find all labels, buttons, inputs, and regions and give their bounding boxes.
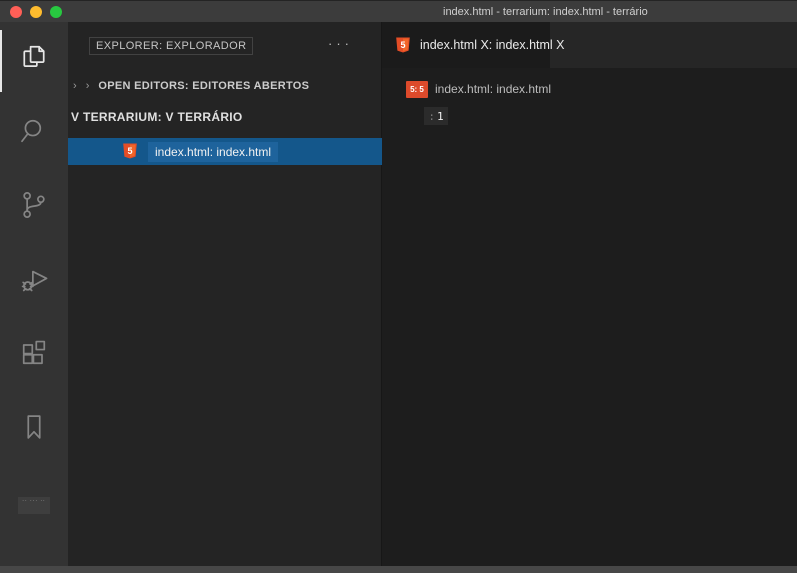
window-title: index.html - terrarium: index.html - ter… <box>443 6 648 18</box>
search-icon <box>18 115 50 152</box>
activity-item-bookmarks[interactable] <box>0 392 68 466</box>
line-hint-number: 1 <box>437 110 444 123</box>
chevron-right-icon: › › <box>73 80 92 92</box>
git-branch-icon <box>18 189 50 226</box>
more-actions-button[interactable]: ··· <box>328 36 353 51</box>
activity-bar: ·· ··· ·· <box>0 22 68 566</box>
activity-item-explorer[interactable] <box>0 22 68 96</box>
html5-breadcrumb-badge: 5: 5 <box>406 81 428 98</box>
workspace-section-header[interactable]: V TERRARIUM: V TERRÁRIO <box>71 110 243 124</box>
activity-item-search[interactable] <box>0 96 68 170</box>
activity-item-extensions[interactable] <box>0 318 68 392</box>
breadcrumb: 5: 5 index.html: index.html <box>406 78 551 100</box>
line-hint-colon: : <box>428 110 435 123</box>
minimize-button[interactable] <box>30 6 42 18</box>
sidebar-title: EXPLORER: EXPLORADOR <box>89 37 253 55</box>
explorer-sidebar: EXPLORER: EXPLORADOR ··· › › OPEN EDITOR… <box>68 22 382 566</box>
close-button[interactable] <box>10 6 22 18</box>
window-bottom-edge <box>0 566 797 573</box>
files-icon <box>18 41 50 78</box>
editor-area: 5 index.html X: index.html X 5: 5 index.… <box>382 22 797 566</box>
titlebar: index.html - terrarium: index.html - ter… <box>0 0 797 22</box>
activity-item-source-control[interactable] <box>0 170 68 244</box>
html5-file-icon: 5 <box>395 37 411 54</box>
html5-file-icon: 5 <box>122 143 138 160</box>
file-label: index.html: index.html <box>148 142 278 162</box>
activity-bar-bottom-badge: ·· ··· ·· <box>18 497 50 514</box>
activity-item-run-debug[interactable] <box>0 244 68 318</box>
svg-text:5: 5 <box>127 146 132 156</box>
breadcrumb-item-index-html[interactable]: index.html: index.html <box>435 82 551 96</box>
zoom-button[interactable] <box>50 6 62 18</box>
file-row-index-html[interactable]: 5 index.html: index.html <box>68 138 382 165</box>
line-number-hint: : 1 <box>424 107 448 125</box>
open-editors-label: OPEN EDITORS: EDITORES ABERTOS <box>98 80 309 92</box>
active-view-indicator <box>0 30 2 92</box>
window-body: ·· ··· ·· EXPLORER: EXPLORADOR ··· › › O… <box>0 22 797 566</box>
tab-label: index.html X: index.html X <box>420 38 565 52</box>
debug-play-bug-icon <box>18 263 50 300</box>
tab-bar: 5 index.html X: index.html X <box>382 22 797 68</box>
open-editors-row[interactable]: › › OPEN EDITORS: EDITORES ABERTOS <box>73 80 309 92</box>
traffic-lights <box>10 6 62 18</box>
bookmark-icon <box>18 411 50 448</box>
extensions-icon <box>18 337 50 374</box>
svg-text:5: 5 <box>400 40 405 50</box>
tab-index-html[interactable]: 5 index.html X: index.html X <box>382 22 550 68</box>
